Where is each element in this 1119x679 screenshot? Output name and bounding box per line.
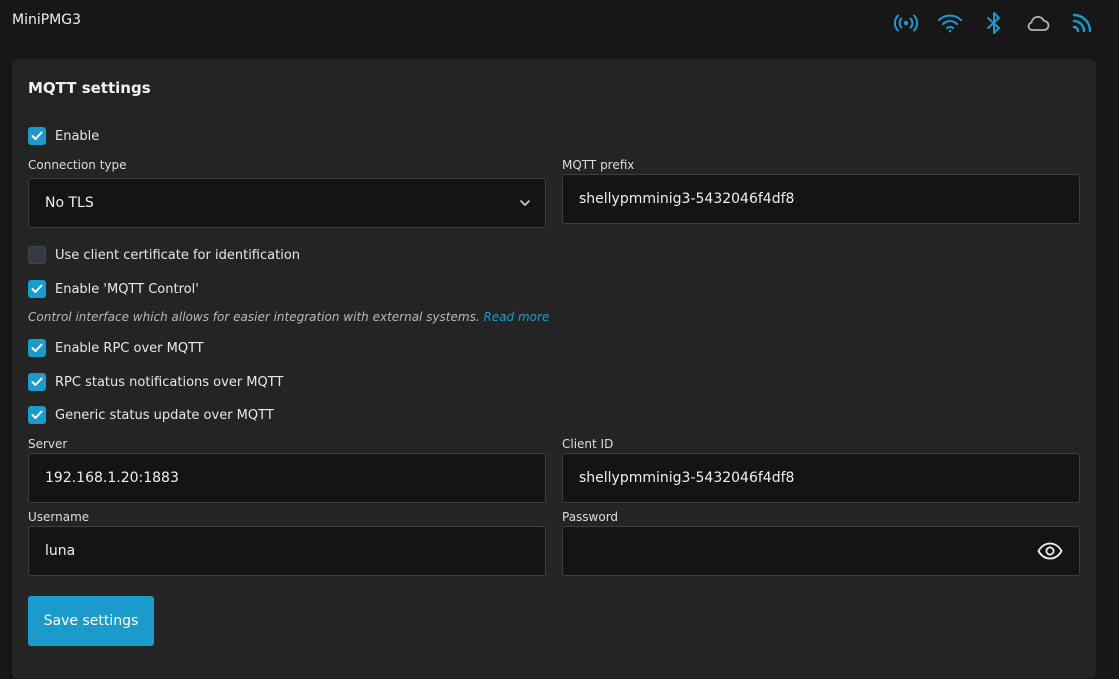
rpc-label: Enable RPC over MQTT xyxy=(55,340,204,356)
help-text: Control interface which allows for easie… xyxy=(28,310,480,324)
connection-type-value: No TLS xyxy=(45,195,94,211)
cloud-icon[interactable] xyxy=(1023,10,1053,36)
password-label: Password xyxy=(562,510,619,524)
client-id-label: Client ID xyxy=(562,437,614,451)
mqtt-prefix-label: MQTT prefix xyxy=(562,158,635,172)
top-bar: MiniPMG3 xyxy=(0,0,1119,48)
username-value: luna xyxy=(45,543,76,559)
enable-label: Enable xyxy=(55,128,100,144)
rpc-checkbox-row[interactable]: Enable RPC over MQTT xyxy=(28,338,204,358)
eye-icon[interactable] xyxy=(1037,542,1063,560)
rpc-checkbox[interactable] xyxy=(28,339,46,357)
server-value: 192.168.1.20:1883 xyxy=(45,470,179,486)
mqtt-settings-panel: MQTT settings Enable Connection type No … xyxy=(12,59,1096,679)
generic-status-checkbox[interactable] xyxy=(28,406,46,424)
status-icons xyxy=(891,10,1097,36)
connection-type-select[interactable]: No TLS xyxy=(28,178,546,228)
client-id-input[interactable]: shellypmminig3-5432046f4df8 xyxy=(562,453,1080,503)
rss-icon[interactable] xyxy=(1067,10,1097,36)
client-cert-label: Use client certificate for identificatio… xyxy=(55,247,301,263)
mqtt-prefix-value: shellypmminig3-5432046f4df8 xyxy=(579,191,795,207)
mqtt-control-checkbox[interactable] xyxy=(28,280,46,298)
generic-status-label: Generic status update over MQTT xyxy=(55,407,274,423)
mqtt-control-checkbox-row[interactable]: Enable 'MQTT Control' xyxy=(28,279,199,299)
rpc-status-checkbox[interactable] xyxy=(28,373,46,391)
enable-checkbox[interactable] xyxy=(28,127,46,145)
wifi-icon[interactable] xyxy=(935,10,965,36)
mqtt-prefix-input[interactable]: shellypmminig3-5432046f4df8 xyxy=(562,174,1080,224)
username-input[interactable]: luna xyxy=(28,526,546,576)
app-title: MiniPMG3 xyxy=(12,12,82,28)
client-cert-checkbox[interactable] xyxy=(28,246,46,264)
rpc-status-checkbox-row[interactable]: RPC status notifications over MQTT xyxy=(28,372,283,392)
rpc-status-label: RPC status notifications over MQTT xyxy=(55,374,284,390)
server-label: Server xyxy=(28,437,68,451)
save-settings-button[interactable]: Save settings xyxy=(28,596,154,646)
username-label: Username xyxy=(28,510,90,524)
server-input[interactable]: 192.168.1.20:1883 xyxy=(28,453,546,503)
connection-type-label: Connection type xyxy=(28,158,127,172)
mqtt-control-help: Control interface which allows for easie… xyxy=(28,310,549,324)
enable-checkbox-row[interactable]: Enable xyxy=(28,126,99,146)
client-cert-checkbox-row[interactable]: Use client certificate for identificatio… xyxy=(28,245,300,265)
password-input[interactable] xyxy=(562,526,1080,576)
broadcast-icon[interactable] xyxy=(891,10,921,36)
panel-title: MQTT settings xyxy=(28,79,151,97)
generic-status-checkbox-row[interactable]: Generic status update over MQTT xyxy=(28,405,274,425)
chevron-down-icon xyxy=(520,200,530,206)
mqtt-control-label: Enable 'MQTT Control' xyxy=(55,281,199,297)
read-more-link[interactable]: Read more xyxy=(483,310,549,324)
bluetooth-icon[interactable] xyxy=(979,10,1009,36)
client-id-value: shellypmminig3-5432046f4df8 xyxy=(579,470,795,486)
